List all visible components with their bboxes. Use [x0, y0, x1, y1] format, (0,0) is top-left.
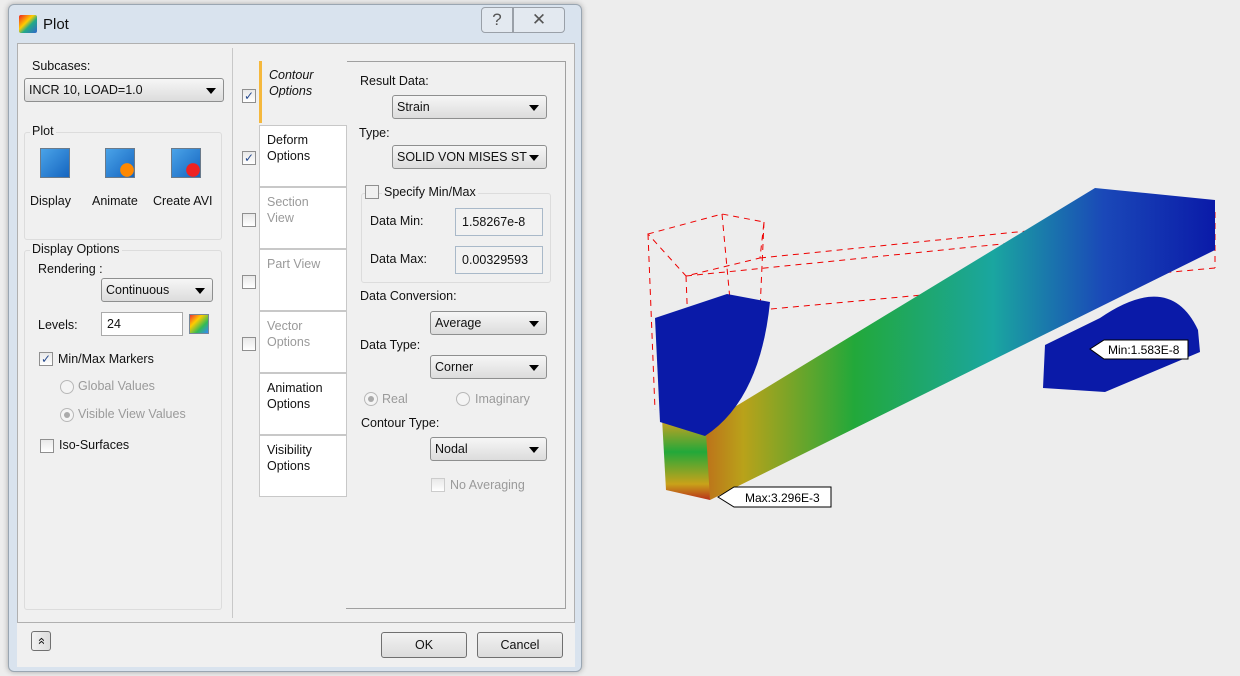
max-label: Max:3.296E-3: [745, 491, 820, 505]
model-viewport[interactable]: Max:3.296E-3 Min:1.583E-8: [0, 0, 1240, 676]
max-marker: Max:3.296E-3: [717, 486, 832, 508]
min-label: Min:1.583E-8: [1108, 343, 1180, 357]
min-marker: Min:1.583E-8: [1089, 339, 1189, 360]
